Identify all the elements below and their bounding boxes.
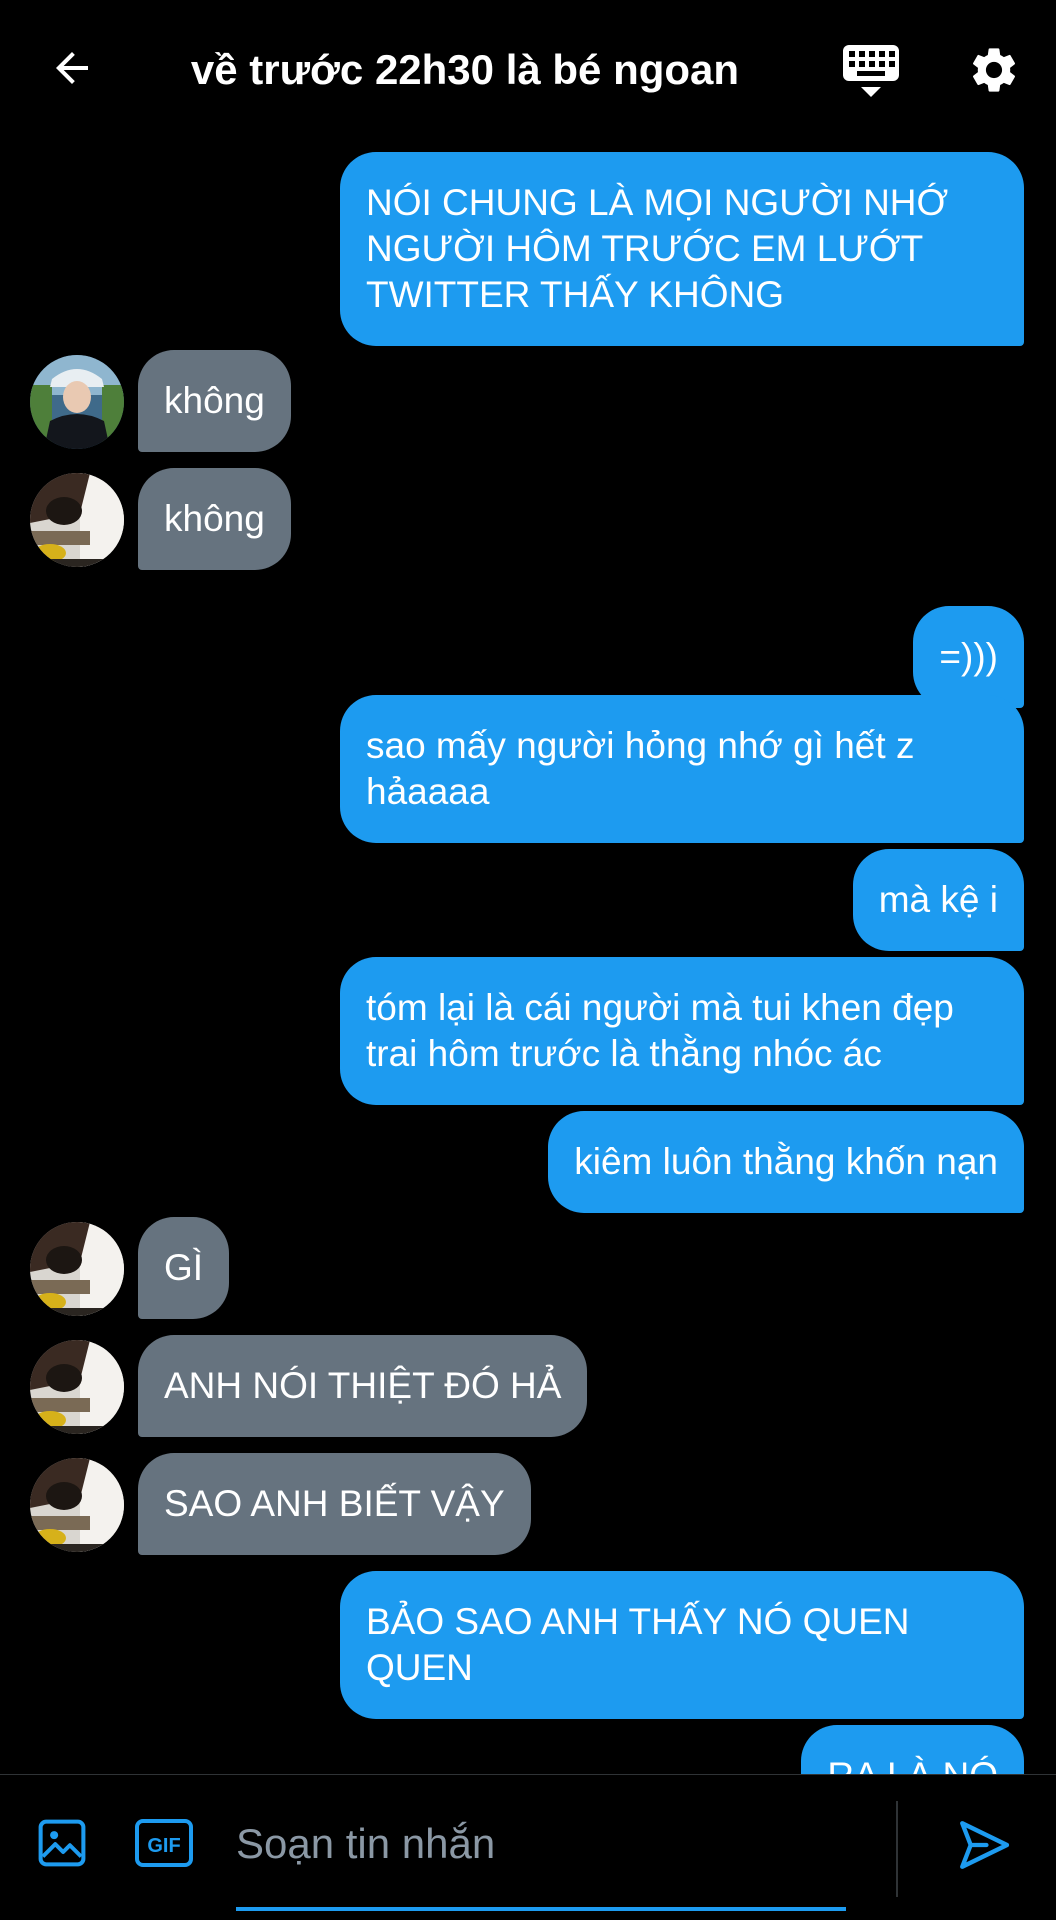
avatar[interactable] (30, 1222, 124, 1316)
back-button[interactable] (44, 40, 100, 96)
composer-divider (896, 1801, 898, 1897)
avatar-user-b (30, 1340, 124, 1434)
message-bubble-incoming[interactable]: ANH NÓI THIỆT ĐÓ HẢ (138, 1335, 588, 1437)
message-bubble-outgoing[interactable]: RA LÀ NÓ (801, 1725, 1024, 1774)
message-bubble-incoming[interactable]: không (138, 468, 291, 570)
message-list[interactable]: NÓI CHUNG LÀ MỌI NGƯỜI NHỚ NGƯỜI HÔM TRƯ… (0, 140, 1056, 1774)
message-bubble-outgoing[interactable]: BẢO SAO ANH THẤY NÓ QUEN QUEN (340, 1571, 1024, 1719)
avatar[interactable] (30, 355, 124, 449)
message-bubble-outgoing[interactable]: kiêm luôn thằng khốn nạn (548, 1111, 1024, 1213)
message-bubble-outgoing[interactable]: NÓI CHUNG LÀ MỌI NGƯỜI NHỚ NGƯỜI HÔM TRƯ… (340, 152, 1024, 346)
avatar-user-b (30, 1458, 124, 1552)
settings-button[interactable] (964, 40, 1024, 100)
avatar-user-b (30, 473, 124, 567)
gif-icon: GIF (135, 1819, 193, 1867)
message-bubble-outgoing[interactable]: sao mấy người hỏng nhớ gì hết z hảaaaa (340, 695, 1024, 843)
send-icon (960, 1821, 1010, 1869)
keyboard-icon (843, 45, 899, 97)
conversation-header: về trước 22h30 là bé ngoan (0, 0, 1056, 140)
message-bubble-outgoing[interactable]: tóm lại là cái người mà tui khen đẹp tra… (340, 957, 1024, 1105)
message-composer: GIF (0, 1774, 1056, 1920)
input-focus-underline (236, 1907, 846, 1911)
arrow-left-icon (56, 52, 88, 84)
send-button[interactable] (952, 1813, 1016, 1877)
avatar[interactable] (30, 1458, 124, 1552)
add-photo-button[interactable] (32, 1813, 92, 1873)
avatar-user-a (30, 355, 124, 449)
avatar-user-b (30, 1222, 124, 1316)
message-bubble-outgoing[interactable]: =))) (913, 606, 1024, 708)
message-input[interactable] (236, 1799, 846, 1889)
image-icon (38, 1819, 86, 1867)
avatar[interactable] (30, 473, 124, 567)
keyboard-button[interactable] (838, 40, 904, 102)
gear-icon (972, 48, 1016, 92)
message-bubble-incoming[interactable]: SAO ANH BIẾT VẬY (138, 1453, 531, 1555)
gif-label: GIF (147, 1835, 180, 1857)
message-bubble-incoming[interactable]: không (138, 350, 291, 452)
add-gif-button[interactable]: GIF (132, 1813, 196, 1873)
conversation-title: về trước 22h30 là bé ngoan (190, 46, 740, 93)
message-bubble-incoming[interactable]: GÌ (138, 1217, 230, 1319)
avatar[interactable] (30, 1340, 124, 1434)
message-bubble-outgoing[interactable]: mà kệ i (852, 849, 1024, 951)
